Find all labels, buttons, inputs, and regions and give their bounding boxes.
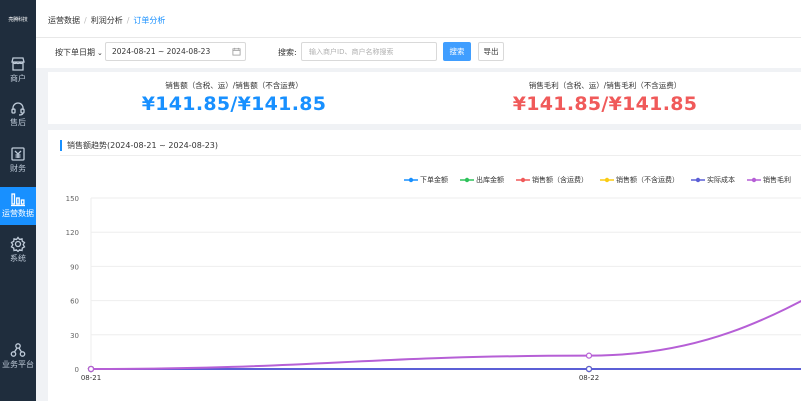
sales-trend-chart: 0 30 60 90 120 150 08-21 08-22: [66, 195, 801, 382]
date-type-select[interactable]: 按下单日期 ⌄: [55, 47, 103, 58]
y-tick-label: 120: [66, 229, 79, 237]
sidebar-item-label: 运营数据: [2, 209, 34, 218]
y-tick-label: 30: [70, 332, 79, 340]
breadcrumb-item-operation-data[interactable]: 运营数据: [48, 16, 80, 25]
export-button[interactable]: 导出: [478, 42, 504, 61]
profit-summary: 销售毛利（含税、运）/销售毛利（不含运费） ¥141.85/¥141.85: [475, 72, 735, 115]
top-bar: 运营数据 / 利润分析 / 订单分析: [36, 0, 801, 38]
summary-panel: 销售额（含税、运）/销售额（不含运费） ¥141.85/¥141.85 销售毛利…: [48, 72, 801, 124]
shop-icon: [11, 57, 25, 71]
chevron-down-icon: ⌄: [97, 49, 103, 57]
yuan-icon: [11, 147, 25, 161]
y-tick-label: 90: [70, 263, 79, 271]
gear-icon: [10, 236, 26, 252]
filter-bar: 按下单日期⌄ 2024-08-21 ~ 2024-08-23 搜索: 搜索 导出: [36, 38, 801, 68]
y-tick-label: 150: [66, 195, 79, 203]
y-tick-label: 60: [70, 298, 79, 306]
sales-summary-value: ¥141.85/¥141.85: [141, 93, 327, 115]
sidebar-item-label: 商户: [10, 74, 26, 83]
sidebar-item-label: 售后: [10, 118, 26, 127]
series-line: [90, 300, 801, 370]
sidebar-item-business-platform[interactable]: 业务平台: [0, 338, 36, 376]
x-tick-label: 08-21: [81, 374, 101, 382]
sidebar-item-merchant[interactable]: 商户: [0, 52, 36, 90]
network-icon: [10, 343, 26, 357]
calendar-icon: [232, 47, 241, 56]
search-label: 搜索:: [278, 48, 297, 57]
sales-trend-panel: 销售额趋势(2024-08-21 ~ 2024-08-23) 下单金额 出库金额销…: [48, 130, 801, 401]
x-tick-label: 08-22: [579, 374, 599, 382]
sidebar-item-finance[interactable]: 财务: [0, 142, 36, 180]
sales-summary: 销售额（含税、运）/销售额（不含运费） ¥141.85/¥141.85: [104, 72, 364, 115]
sidebar-item-operation-data[interactable]: 运营数据: [0, 187, 36, 225]
headset-icon: [11, 102, 25, 116]
breadcrumb-item-profit-analysis[interactable]: 利润分析: [91, 16, 123, 25]
brand-logo: 亮腾科技: [8, 17, 28, 23]
data-point: [87, 365, 95, 373]
sidebar: 亮腾科技 商户 售后 财务 运营数据 系统 业务平台: [0, 0, 36, 401]
sidebar-item-label: 业务平台: [2, 360, 34, 369]
data-point: [585, 352, 593, 359]
sidebar-item-label: 系统: [10, 254, 26, 263]
search-button[interactable]: 搜索: [443, 42, 471, 61]
breadcrumb: 运营数据 / 利润分析 / 订单分析: [48, 16, 166, 25]
date-range-value: 2024-08-21 ~ 2024-08-23: [112, 47, 211, 56]
date-range-picker[interactable]: 2024-08-21 ~ 2024-08-23: [105, 42, 246, 61]
bar-chart-icon: [11, 193, 25, 207]
data-point: [585, 365, 593, 373]
profit-summary-label: 销售毛利（含税、运）/销售毛利（不含运费）: [528, 81, 682, 90]
sidebar-item-system[interactable]: 系统: [0, 232, 36, 270]
sidebar-item-label: 财务: [10, 164, 26, 173]
sales-summary-label: 销售额（含税、运）/销售额（不含运费）: [165, 81, 303, 90]
breadcrumb-item-order-analysis: 订单分析: [133, 16, 166, 25]
date-type-value: 按下单日期: [55, 48, 95, 57]
profit-summary-value: ¥141.85/¥141.85: [512, 93, 698, 115]
sidebar-item-aftersale[interactable]: 售后: [0, 96, 36, 134]
search-input[interactable]: [301, 42, 437, 61]
y-tick-label: 0: [75, 366, 79, 374]
